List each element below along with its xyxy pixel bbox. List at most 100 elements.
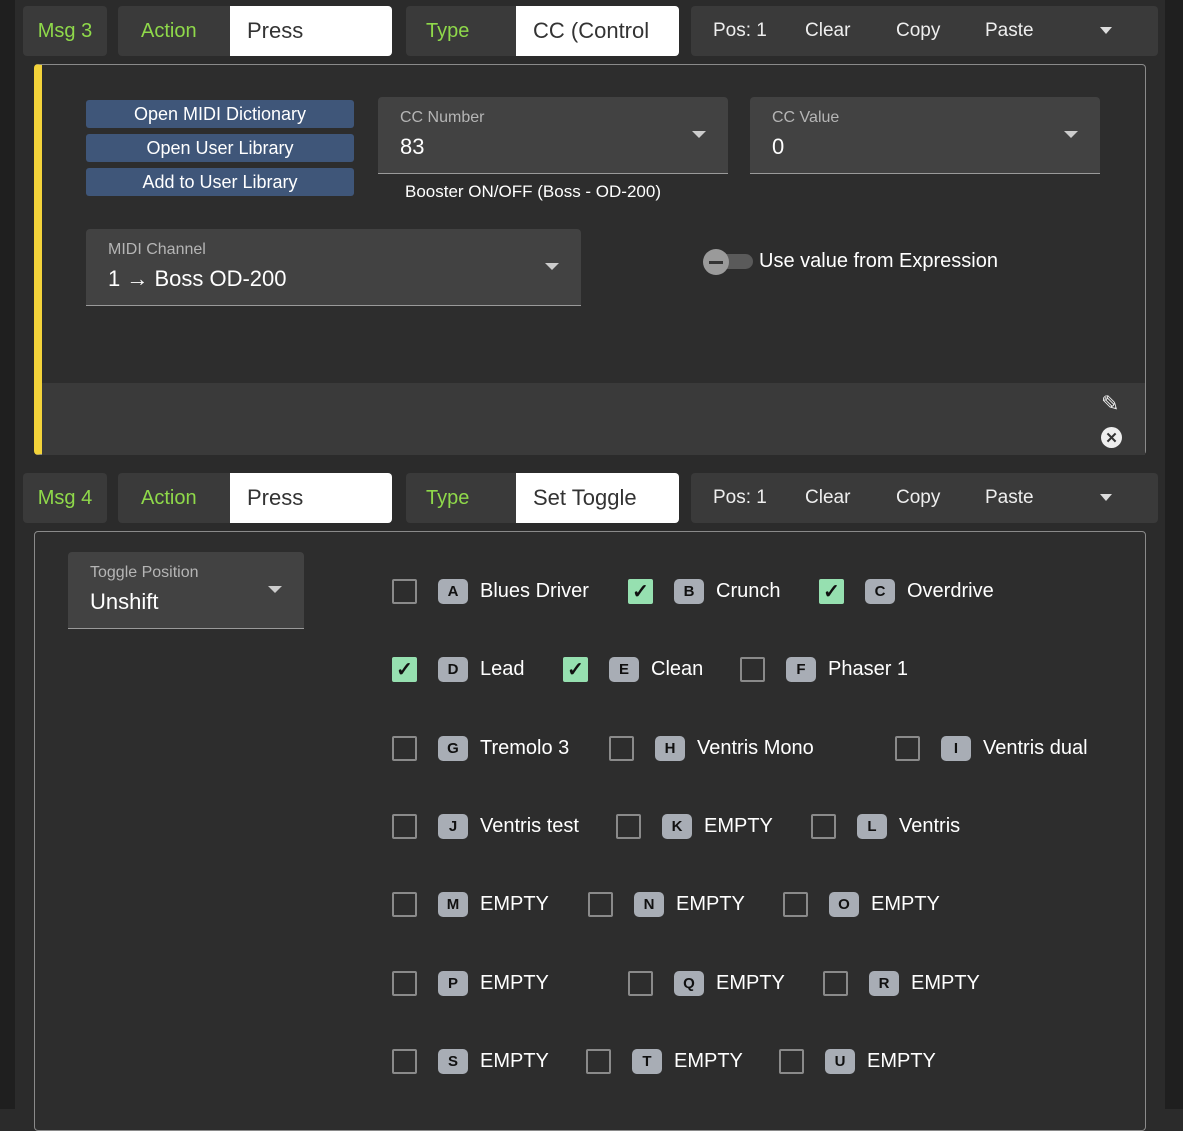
toggle-key-badge: K [662,813,692,839]
checkbox[interactable] [628,970,653,996]
toggle-key-badge: N [634,891,664,917]
toggle-item[interactable]: P EMPTY [392,968,549,998]
scrollbar-track[interactable] [1165,0,1183,1109]
toggle-key-badge: U [825,1048,855,1074]
toggle-item[interactable]: K EMPTY [616,811,773,841]
toggle-name: Overdrive [907,579,994,602]
checkbox[interactable]: ✓ [628,578,653,604]
toggle-item[interactable]: I Ventris dual [895,733,1088,763]
checkbox[interactable] [783,891,808,917]
toggle-item[interactable]: M EMPTY [392,889,549,919]
toggle-item[interactable]: ✓ D Lead [392,654,525,684]
paste-button[interactable]: Paste [985,20,1034,42]
chevron-down-icon[interactable] [1100,494,1112,501]
checkbox[interactable] [740,656,765,682]
dropdown-arrow-icon [268,586,282,593]
left-gutter [0,0,15,1109]
checkbox[interactable] [392,891,417,917]
toggle-key-badge: A [438,578,468,604]
msg4-action-value[interactable]: Press [230,473,392,523]
checkbox[interactable] [779,1048,804,1074]
checkbox[interactable] [616,813,641,839]
msg3-type-value[interactable]: CC (Control [516,6,679,56]
toggle-item[interactable]: ✓ C Overdrive [819,576,994,606]
checkbox[interactable] [392,970,417,996]
toggle-item[interactable]: G Tremolo 3 [392,733,569,763]
toggle-item[interactable]: T EMPTY [586,1046,743,1076]
action-label: Action [141,486,197,509]
toggle-item[interactable]: O EMPTY [783,889,940,919]
checkbox[interactable] [895,735,920,761]
toggle-name: Lead [480,657,525,680]
open-midi-dictionary-button[interactable]: Open MIDI Dictionary [86,100,354,128]
cc-value-value: 0 [772,134,785,159]
toggle-item[interactable]: ✓ B Crunch [628,576,780,606]
toggle-item[interactable]: U EMPTY [779,1046,936,1076]
edit-pencil-icon[interactable]: ✎ [1101,391,1119,417]
clear-button[interactable]: Clear [805,20,850,42]
cc-number-select[interactable]: CC Number 83 [378,97,728,174]
toggle-item[interactable]: A Blues Driver [392,576,589,606]
paste-button[interactable]: Paste [985,487,1034,509]
checkbox[interactable] [823,970,848,996]
clear-button[interactable]: Clear [805,487,850,509]
cc-number-value: 83 [400,134,425,159]
toggle-key-badge: P [438,970,468,996]
msg4-type-value[interactable]: Set Toggle [516,473,679,523]
checkbox[interactable] [811,813,836,839]
toggle-name: Phaser 1 [828,657,909,680]
checkbox[interactable] [392,813,417,839]
cc-number-label: CC Number [400,109,485,126]
toggle-name: Clean [651,657,704,680]
close-circle-icon[interactable]: ✕ [1101,427,1122,448]
checkbox[interactable]: ✓ [819,578,844,604]
toggle-item[interactable]: N EMPTY [588,889,745,919]
toggle-item[interactable]: S EMPTY [392,1046,549,1076]
toggle-item[interactable]: L Ventris [811,811,960,841]
toggle-key-badge: I [941,735,971,761]
toggle-item[interactable]: ✓ E Clean [563,654,703,684]
checkbox[interactable] [392,735,417,761]
checkbox[interactable] [588,891,613,917]
cc-value-select[interactable]: CC Value 0 [750,97,1100,174]
toggle-item[interactable]: R EMPTY [823,968,980,998]
open-user-library-button[interactable]: Open User Library [86,134,354,162]
checkbox[interactable]: ✓ [563,656,588,682]
checkbox[interactable]: ✓ [392,656,417,682]
toggle-position-select[interactable]: Toggle Position Unshift [68,552,304,629]
toggle-item[interactable]: Q EMPTY [628,968,785,998]
toggle-name: Crunch [716,579,781,602]
copy-button[interactable]: Copy [896,487,940,509]
toggle-name: Ventris [899,814,961,837]
toggle-key-badge: H [655,735,685,761]
toggle-name: EMPTY [716,971,785,994]
toggle-key-badge: Q [674,970,704,996]
add-to-user-library-button[interactable]: Add to User Library [86,168,354,196]
checkbox[interactable] [392,578,417,604]
msg-label: Msg 4 [37,486,93,509]
dropdown-arrow-icon [545,263,559,270]
midi-channel-select[interactable]: MIDI Channel 1 → Boss OD-200 [86,229,581,306]
toggle-key-badge: S [438,1048,468,1074]
toggle-position-value: Unshift [90,589,159,614]
checkbox[interactable] [392,1048,417,1074]
toggle-position-label: Toggle Position [90,564,199,581]
toggle-item[interactable]: J Ventris test [392,811,579,841]
toggle-item[interactable]: H Ventris Mono [609,733,814,763]
toggle-key-badge: M [438,891,468,917]
msg3-action-value[interactable]: Press [230,6,392,56]
cc-number-hint: Booster ON/OFF (Boss - OD-200) [405,182,661,201]
toggle-name: EMPTY [480,1049,549,1072]
msg3-label: Msg 3 [23,6,107,56]
checkbox[interactable] [586,1048,611,1074]
copy-button[interactable]: Copy [896,20,940,42]
expression-toggle-switch[interactable] [703,249,753,275]
toggle-key-badge: F [786,656,816,682]
chevron-down-icon[interactable] [1100,27,1112,34]
toggle-item[interactable]: F Phaser 1 [740,654,908,684]
toggle-name: Blues Driver [480,579,589,602]
panel-footer [42,383,1145,455]
checkbox[interactable] [609,735,634,761]
toggle-key-badge: L [857,813,887,839]
toggle-name: Ventris test [480,814,579,837]
